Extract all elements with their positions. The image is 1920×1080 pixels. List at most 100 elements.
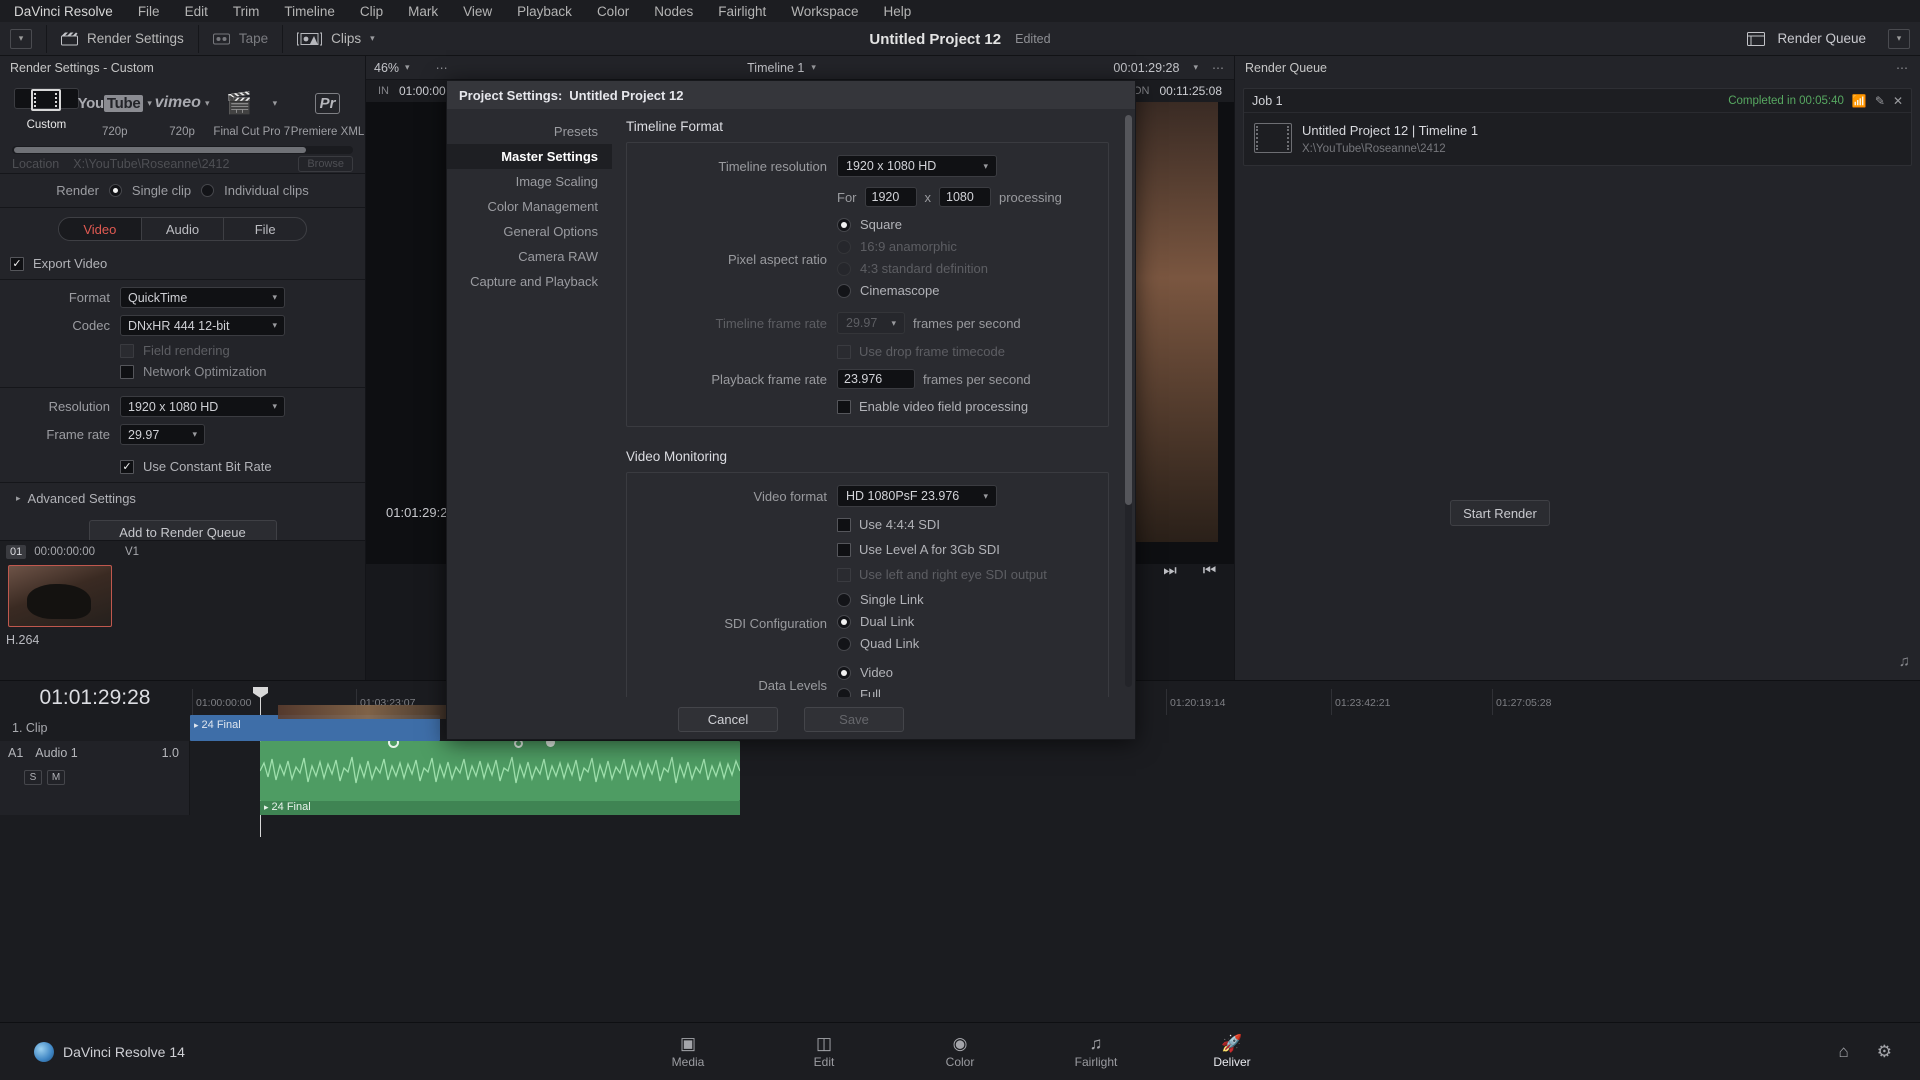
menu-item-file[interactable]: File [138,4,160,19]
video-field-processing-checkbox[interactable] [837,399,851,414]
for-width-input[interactable]: 1920 [864,187,917,207]
audio-keyframe-1[interactable] [388,741,399,748]
toolbar-render-settings[interactable]: Render Settings [61,31,184,46]
audio-mute-button[interactable]: M [47,770,65,785]
resolution-select[interactable]: 1920 x 1080 HD ▾ [120,396,285,417]
viewer-options-icon[interactable]: ⋯ [436,61,450,75]
sdi-quad-link-radio[interactable] [837,636,851,651]
preset-scrollbar[interactable] [12,146,353,154]
menu-item-view[interactable]: View [463,4,492,19]
preset-premiere-xml[interactable]: Pr Premiere XML [290,88,365,138]
field-rendering-checkbox[interactable] [120,343,134,358]
constant-bitrate-checkbox[interactable]: ✓ [120,459,134,474]
format-select[interactable]: QuickTime ▾ [120,287,285,308]
prev-frame-icon[interactable]: ⏮ [1203,562,1217,579]
network-optimization-checkbox[interactable] [120,364,134,379]
nav-item-fairlight[interactable]: ♫ Fairlight [1059,1035,1133,1069]
panel-toggle-icon[interactable]: ▾ [1888,28,1910,49]
edit-pencil-icon[interactable]: ✎ [1875,94,1885,108]
save-button[interactable]: Save [804,706,904,732]
timeline-resolution-select[interactable]: 1920 x 1080 HD ▾ [837,155,997,177]
render-queue-options-icon[interactable]: ⋯ [1896,61,1910,75]
use-level-a-checkbox[interactable] [837,542,851,557]
menu-item-fairlight[interactable]: Fairlight [718,4,766,19]
start-render-button[interactable]: Start Render [1450,500,1550,526]
render-individual-clips-radio[interactable] [201,184,215,197]
dialog-nav-capture-playback[interactable]: Capture and Playback [447,269,612,294]
viewer-more-icon[interactable]: ⋯ [1212,61,1226,75]
pixel-aspect-cinemascope-option[interactable]: Cinemascope [837,283,988,298]
use-444-sdi-checkbox[interactable] [837,517,851,532]
dialog-nav-presets[interactable]: Presets [447,119,612,144]
dialog-nav-master-settings[interactable]: Master Settings [447,144,612,169]
toolbar-tape[interactable]: Tape [212,31,268,46]
render-job-card[interactable]: Job 1 Completed in 00:05:40 📶 ✎ ✕ Untitl… [1243,88,1912,166]
sdi-single-link-radio[interactable] [837,592,851,607]
menu-item-davinci[interactable]: DaVinci Resolve [14,4,113,19]
pixel-aspect-square-radio[interactable] [837,217,851,232]
pixel-aspect-square-option[interactable]: Square [837,217,988,232]
tab-audio[interactable]: Audio [142,218,225,240]
menu-item-timeline[interactable]: Timeline [284,4,335,19]
menu-item-help[interactable]: Help [884,4,912,19]
menu-item-color[interactable]: Color [597,4,629,19]
chevron-down-icon-timecode[interactable]: ▾ [1193,62,1198,73]
sdi-single-link-option[interactable]: Single Link [837,592,924,607]
dialog-scrollbar[interactable] [1125,115,1132,687]
clip-thumbnail[interactable] [8,565,112,627]
chevron-down-icon-clips[interactable]: ▾ [370,33,375,44]
data-levels-options: Video Full [837,665,893,697]
data-levels-video-radio[interactable] [837,665,851,680]
next-frame-icon[interactable]: ⏭ [1163,562,1177,579]
dialog-nav-general-options[interactable]: General Options [447,219,612,244]
chevron-down-icon[interactable]: ▾ [10,28,32,49]
tab-file[interactable]: File [224,218,306,240]
preset-final-cut-pro[interactable]: 🎬 ▾ Final Cut Pro 7 [213,88,290,139]
playback-frame-rate-input[interactable]: 23.976 [837,369,915,389]
audio-keyframe-2[interactable] [514,741,523,748]
render-single-clip-radio[interactable] [108,184,122,197]
export-video-checkbox[interactable]: ✓ [10,256,24,271]
preset-custom[interactable]: Custom [14,88,79,131]
cancel-button[interactable]: Cancel [678,706,778,732]
nav-item-media[interactable]: ▣ Media [651,1035,725,1069]
data-levels-full-radio[interactable] [837,687,851,697]
frame-rate-select[interactable]: 29.97 ▾ [120,424,205,445]
browse-button[interactable]: Browse [298,155,353,172]
sdi-dual-link-radio[interactable] [837,614,851,629]
menu-item-playback[interactable]: Playback [517,4,572,19]
menu-item-edit[interactable]: Edit [185,4,208,19]
toolbar-render-queue-label[interactable]: Render Queue [1777,31,1866,46]
sdi-single-link-label: Single Link [860,592,924,607]
preset-youtube[interactable]: You Tube ▾ 720p [78,88,152,138]
nav-item-color[interactable]: ◉ Color [923,1035,997,1069]
for-height-input[interactable]: 1080 [939,187,991,207]
menu-item-mark[interactable]: Mark [408,4,438,19]
data-levels-full-option[interactable]: Full [837,687,893,697]
video-format-select[interactable]: HD 1080PsF 23.976 ▾ [837,485,997,507]
preset-vimeo[interactable]: vimeo ▾ 720p [151,88,214,138]
audio-keyframe-3[interactable] [546,741,555,747]
nav-item-deliver[interactable]: 🚀 Deliver [1195,1035,1269,1069]
dialog-nav-color-management[interactable]: Color Management [447,194,612,219]
pixel-aspect-cinemascope-radio[interactable] [837,283,851,298]
nav-item-edit[interactable]: ◫ Edit [787,1035,861,1069]
viewer-timeline-selector[interactable]: Timeline 1 ▾ [450,61,1114,75]
tab-video[interactable]: Video [59,218,142,240]
menu-item-workspace[interactable]: Workspace [791,4,858,19]
data-levels-video-option[interactable]: Video [837,665,893,680]
menu-item-clip[interactable]: Clip [360,4,383,19]
audio-solo-button[interactable]: S [24,770,42,785]
menu-item-nodes[interactable]: Nodes [654,4,693,19]
viewer-zoom-control[interactable]: 46% ▾ [374,61,410,75]
sdi-dual-link-option[interactable]: Dual Link [837,614,924,629]
close-icon[interactable]: ✕ [1893,94,1903,108]
menu-item-trim[interactable]: Trim [233,4,260,19]
codec-select[interactable]: DNxHR 444 12-bit ▾ [120,315,285,336]
toolbar-clips[interactable]: Clips ▾ [297,31,375,46]
dialog-nav-camera-raw[interactable]: Camera RAW [447,244,612,269]
audio-clip[interactable] [260,741,740,801]
dialog-nav-image-scaling[interactable]: Image Scaling [447,169,612,194]
advanced-settings-row[interactable]: ▸ Advanced Settings [0,491,365,506]
sdi-quad-link-option[interactable]: Quad Link [837,636,924,651]
